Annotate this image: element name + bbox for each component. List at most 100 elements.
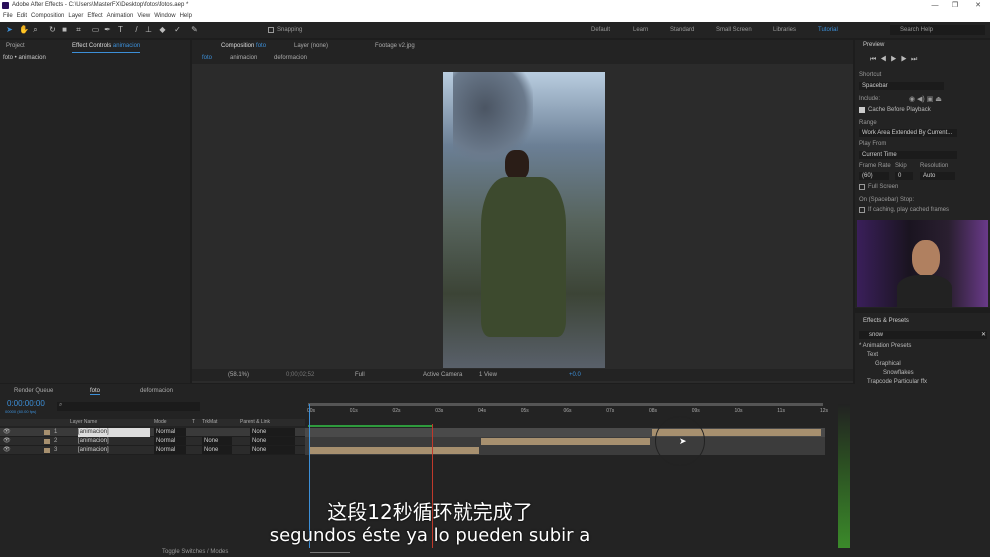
playback-controls[interactable]: ⏮◀▶▶⏭: [870, 56, 921, 64]
if-caching-checkbox[interactable]: [859, 207, 865, 213]
flow-deformacion[interactable]: deformacion: [274, 52, 307, 64]
magnification-dropdown[interactable]: (58.1%): [228, 369, 249, 381]
blend-mode-dropdown[interactable]: Normal: [154, 437, 186, 445]
tab-layer[interactable]: Layer (none): [294, 40, 328, 52]
blend-mode-dropdown[interactable]: Normal: [154, 446, 186, 454]
resolution-dropdown[interactable]: Full: [355, 369, 365, 381]
shortcut-dropdown[interactable]: Spacebar: [859, 82, 944, 90]
camera-dropdown[interactable]: Active Camera: [423, 369, 462, 381]
layer-row[interactable]: 👁 3 [animacion] Normal None None: [0, 446, 305, 455]
maximize-button[interactable]: ❐: [945, 0, 965, 11]
toggle-switches-modes-button[interactable]: Toggle Switches / Modes: [162, 548, 228, 557]
label-color-swatch[interactable]: [44, 439, 50, 444]
effects-tree-item[interactable]: * Animation Presets: [859, 343, 911, 349]
camera-tool-icon[interactable]: ■: [60, 25, 69, 34]
menu-edit[interactable]: Edit: [17, 13, 27, 19]
eraser-tool-icon[interactable]: ◆: [158, 25, 167, 34]
tab-render-queue[interactable]: Render Queue: [14, 388, 53, 394]
selection-tool-icon[interactable]: ➤: [5, 25, 14, 34]
workspace-learn[interactable]: Learn: [633, 27, 648, 33]
composition-preview-image[interactable]: [443, 72, 605, 368]
work-area-bar[interactable]: [308, 403, 823, 406]
full-screen-checkbox[interactable]: [859, 184, 865, 190]
tab-footage[interactable]: Footage v2.jpg: [375, 40, 415, 52]
flow-foto[interactable]: foto: [202, 52, 212, 64]
menu-file[interactable]: File: [3, 13, 13, 19]
workspace-tutorial[interactable]: Tutorial: [818, 27, 838, 33]
trkmat-dropdown[interactable]: None: [202, 437, 232, 445]
include-video-audio-icons[interactable]: ◉ ◀) ▣ ⏏: [909, 95, 942, 103]
visibility-eye-icon[interactable]: 👁: [3, 437, 11, 446]
blend-mode-dropdown[interactable]: Normal: [154, 428, 186, 436]
brush-tool-icon[interactable]: /: [132, 25, 141, 34]
layer-name[interactable]: [animacion]: [78, 428, 150, 437]
puppet-pin-tool-icon[interactable]: ✎: [190, 25, 199, 34]
workspace-libraries[interactable]: Libraries: [773, 27, 796, 33]
exposure-value[interactable]: +0.0: [569, 369, 581, 381]
search-help-input[interactable]: Search Help: [890, 25, 985, 35]
parent-dropdown[interactable]: None: [250, 428, 295, 436]
col-trkmat[interactable]: TrkMat: [202, 419, 217, 426]
roto-brush-tool-icon[interactable]: ✓: [173, 25, 182, 34]
parent-dropdown[interactable]: None: [250, 437, 295, 445]
current-time-display[interactable]: 0;00;02;52: [286, 369, 314, 381]
layer-duration-bar[interactable]: [481, 438, 650, 445]
effects-tree-item[interactable]: Graphical: [875, 361, 901, 367]
menu-help[interactable]: Help: [180, 13, 192, 19]
layer-row[interactable]: 👁 1 [animacion] Normal None: [0, 428, 305, 437]
minimize-button[interactable]: —: [925, 0, 945, 11]
pan-behind-tool-icon[interactable]: ⌗: [74, 25, 83, 34]
workspace-standard[interactable]: Standard: [670, 27, 694, 33]
rotate-tool-icon[interactable]: ↻: [48, 25, 57, 34]
label-color-swatch[interactable]: [44, 448, 50, 453]
col-mode[interactable]: Mode: [154, 419, 167, 426]
workspace-default[interactable]: Default: [591, 27, 610, 33]
hand-tool-icon[interactable]: ✋: [19, 25, 29, 34]
label-color-swatch[interactable]: [44, 430, 50, 435]
timeline-timecode[interactable]: 0:00:00:00: [7, 399, 45, 408]
effects-tree-item[interactable]: Text: [867, 352, 878, 358]
layer-row[interactable]: 👁 2 [animacion] Normal None None: [0, 437, 305, 446]
type-tool-icon[interactable]: T: [116, 25, 125, 34]
workspace-small-screen[interactable]: Small Screen: [716, 27, 752, 33]
trkmat-dropdown[interactable]: None: [202, 446, 232, 454]
frame-rate-dropdown[interactable]: (60): [859, 172, 889, 180]
layer-name[interactable]: [animacion]: [78, 446, 109, 455]
layer-duration-bar[interactable]: [310, 447, 479, 454]
tab-project[interactable]: Project: [6, 40, 25, 52]
layer-name[interactable]: [animacion]: [78, 437, 109, 446]
views-dropdown[interactable]: 1 View: [479, 369, 497, 381]
visibility-eye-icon[interactable]: 👁: [3, 446, 11, 455]
tab-foto-timeline[interactable]: foto: [90, 388, 101, 395]
col-layer-name[interactable]: Layer Name: [70, 419, 97, 426]
menu-effect[interactable]: Effect: [87, 13, 102, 19]
snapping-checkbox[interactable]: [268, 27, 274, 33]
menu-window[interactable]: Window: [154, 13, 175, 19]
flow-animacion[interactable]: animacion: [230, 52, 257, 64]
clone-stamp-tool-icon[interactable]: ⊥: [144, 25, 153, 34]
tab-effect-controls[interactable]: Effect Controls animacion: [72, 40, 141, 53]
preview-resolution-dropdown[interactable]: Auto: [920, 172, 955, 180]
tab-deformacion-timeline[interactable]: deformacion: [140, 388, 173, 394]
close-button[interactable]: ✕: [968, 0, 988, 11]
rectangle-tool-icon[interactable]: ▭: [91, 25, 100, 34]
parent-dropdown[interactable]: None: [250, 446, 295, 454]
zoom-tool-icon[interactable]: ⌕: [31, 25, 40, 34]
effects-search-input[interactable]: snow: [859, 331, 987, 339]
zoom-slider[interactable]: [310, 552, 350, 553]
play-from-dropdown[interactable]: Current Time: [859, 151, 957, 159]
menu-view[interactable]: View: [137, 13, 150, 19]
layer-search-input[interactable]: ⌕: [57, 402, 200, 411]
menu-composition[interactable]: Composition: [31, 13, 64, 19]
visibility-eye-icon[interactable]: 👁: [3, 428, 11, 437]
col-parent[interactable]: Parent & Link: [240, 419, 270, 426]
menu-animation[interactable]: Animation: [107, 13, 134, 19]
skip-dropdown[interactable]: 0: [895, 172, 913, 180]
range-dropdown[interactable]: Work Area Extended By Current...: [859, 129, 957, 137]
time-ruler[interactable]: 00s 01s 02s 03s 04s 05s 06s 07s 08s 09s 10s 11s 12s: [305, 400, 830, 425]
effects-tree-item[interactable]: Snowflakes: [883, 370, 914, 376]
clear-search-icon[interactable]: ✕: [981, 331, 986, 338]
menu-layer[interactable]: Layer: [68, 13, 83, 19]
pen-tool-icon[interactable]: ✒: [103, 25, 112, 34]
cache-checkbox[interactable]: [859, 107, 865, 113]
